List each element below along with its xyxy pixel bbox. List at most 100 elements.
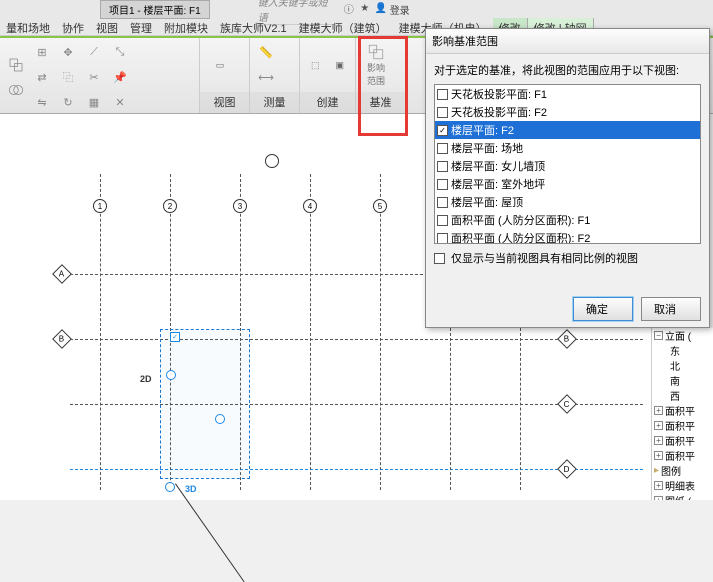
split-icon[interactable]: ✂	[82, 65, 106, 89]
tree-item[interactable]: 图纸 (	[665, 493, 691, 500]
tree-expand-icon[interactable]: +	[654, 436, 663, 445]
datum-extent-button[interactable]: 影响 范围	[360, 43, 392, 87]
document-tab[interactable]: 项目1 - 楼层平面: F1	[100, 0, 210, 19]
array-icon[interactable]: ▦	[82, 90, 106, 114]
grid-bubble[interactable]: 5	[373, 199, 387, 213]
view-label: 楼层平面: 女儿墙顶	[451, 158, 545, 174]
tab-mass-site[interactable]: 量和场地	[0, 18, 56, 35]
tree-expand-icon[interactable]: +	[654, 481, 663, 490]
dialog-list-item[interactable]: 楼层平面: 屋顶	[435, 193, 700, 211]
view-checkbox[interactable]	[437, 89, 448, 100]
create-group-icon[interactable]: ▣	[329, 43, 352, 87]
view-checkbox[interactable]	[437, 107, 448, 118]
mirror-icon[interactable]: ⇋	[30, 90, 54, 114]
grid-endpoint[interactable]	[165, 482, 175, 492]
copy-icon[interactable]: ⿻	[56, 65, 80, 89]
view-checkbox[interactable]	[437, 197, 448, 208]
grid-bubble[interactable]: 4	[303, 199, 317, 213]
tree-expand-icon[interactable]: +	[654, 451, 663, 460]
grid-bubble-row[interactable]: B	[557, 329, 577, 349]
tree-expand-icon[interactable]: +	[654, 496, 663, 500]
cut-geometry-icon[interactable]	[4, 53, 28, 77]
dialog-list-item[interactable]: 面积平面 (人防分区面积): F1	[435, 211, 700, 229]
measure-icon[interactable]: 📏	[254, 41, 278, 65]
datum-extent-dialog: 影响基准范围 对于选定的基准，将此视图的范围应用于以下视图: 天花板投影平面: …	[425, 28, 710, 328]
view-checkbox[interactable]	[437, 215, 448, 226]
tab-addins[interactable]: 附加模块	[158, 18, 214, 35]
dimension-icon[interactable]: ⟷	[254, 66, 278, 90]
dialog-list-item[interactable]: 楼层平面: 场地	[435, 139, 700, 157]
group-view-label: 视图	[200, 92, 249, 113]
dim-3d-label[interactable]: 3D	[185, 484, 197, 494]
ok-button[interactable]: 确定	[573, 297, 633, 321]
view-label: 楼层平面: 室外地坪	[451, 176, 545, 192]
tab-view[interactable]: 视图	[90, 18, 124, 35]
grid-bubble[interactable]: 1	[93, 199, 107, 213]
info-icon[interactable]: ⓘ	[342, 2, 356, 16]
join-geometry-icon[interactable]	[4, 78, 28, 102]
star-icon[interactable]: ★	[358, 2, 372, 16]
tree-item[interactable]: 西	[670, 388, 680, 403]
delete-icon[interactable]: ✕	[108, 90, 132, 114]
only-same-scale-checkbox[interactable]	[434, 253, 445, 264]
cancel-button[interactable]: 取消	[641, 297, 701, 321]
scale-icon[interactable]: ⤡	[108, 40, 132, 64]
tree-item[interactable]: 北	[670, 358, 680, 373]
project-browser[interactable]: −立面 ( 东 北 南 西 +面积平 +面积平 +面积平 +面积平 ▸图例 +明…	[651, 328, 713, 500]
grid-bubble[interactable]: 2	[163, 199, 177, 213]
dialog-list-item[interactable]: ✓楼层平面: F2	[435, 121, 700, 139]
grid-endpoint[interactable]	[166, 370, 176, 380]
offset-icon[interactable]: ⇄	[30, 65, 54, 89]
dialog-title: 影响基准范围	[426, 29, 709, 54]
tree-item[interactable]: 明细表	[665, 478, 695, 493]
grid-bubble[interactable]: 3	[233, 199, 247, 213]
user-icon[interactable]: 👤	[374, 2, 388, 16]
view-checkbox[interactable]	[437, 143, 448, 154]
tab-manage[interactable]: 管理	[124, 18, 158, 35]
move-icon[interactable]: ✥	[56, 40, 80, 64]
tree-expand-icon[interactable]: +	[654, 406, 663, 415]
pin-icon[interactable]: 📌	[108, 65, 132, 89]
view-checkbox[interactable]	[437, 179, 448, 190]
tree-item[interactable]: 面积平	[665, 433, 695, 448]
tree-item[interactable]: 面积平	[665, 448, 695, 463]
view-checkbox[interactable]	[437, 233, 448, 244]
grid-check-toggle[interactable]: ✓	[170, 332, 180, 342]
dialog-list-item[interactable]: 楼层平面: 室外地坪	[435, 175, 700, 193]
rotate-icon[interactable]: ↻	[56, 90, 80, 114]
dialog-list-item[interactable]: 天花板投影平面: F2	[435, 103, 700, 121]
login-label[interactable]: 登录	[390, 2, 410, 17]
tree-item[interactable]: 南	[670, 373, 680, 388]
dim-2d-label[interactable]: 2D	[140, 374, 152, 384]
group-measure-label: 测量	[250, 92, 299, 113]
grid-bubble-row[interactable]: C	[557, 394, 577, 414]
tab-model-arch[interactable]: 建模大师（建筑）	[293, 18, 393, 35]
tab-family-master[interactable]: 族库大师V2.1	[214, 18, 293, 35]
view-icon[interactable]: ▭	[204, 43, 236, 87]
tab-collaborate[interactable]: 协作	[56, 18, 90, 35]
grid-bubble-row[interactable]: D	[557, 459, 577, 479]
grid-bubble-row[interactable]: A	[52, 264, 72, 284]
tree-elev-header[interactable]: 立面 (	[665, 328, 691, 343]
dialog-list-item[interactable]: 天花板投影平面: F1	[435, 85, 700, 103]
view-label: 楼层平面: F2	[451, 122, 514, 138]
grid-endpoint[interactable]	[215, 414, 225, 424]
view-checkbox[interactable]: ✓	[437, 125, 448, 136]
datum-btn-line1: 影响	[367, 61, 385, 74]
tree-item[interactable]: 面积平	[665, 403, 695, 418]
grid-bubble-detached[interactable]	[265, 154, 279, 168]
tree-item[interactable]: 东	[670, 343, 680, 358]
tree-collapse-icon[interactable]: −	[654, 331, 663, 340]
tree-item[interactable]: 面积平	[665, 418, 695, 433]
dialog-list-item[interactable]: 楼层平面: 女儿墙顶	[435, 157, 700, 175]
tree-expand-icon[interactable]: +	[654, 421, 663, 430]
view-checkbox[interactable]	[437, 161, 448, 172]
dialog-view-list[interactable]: 天花板投影平面: F1天花板投影平面: F2✓楼层平面: F2楼层平面: 场地楼…	[434, 84, 701, 244]
align-icon[interactable]: ⊞	[30, 40, 54, 64]
trim-icon[interactable]: ⟋	[82, 40, 106, 64]
dialog-list-item[interactable]: 面积平面 (人防分区面积): F2	[435, 229, 700, 244]
tree-item[interactable]: 图例	[661, 463, 681, 478]
drag-line	[175, 483, 245, 582]
create-similar-icon[interactable]: ⬚	[304, 43, 327, 87]
grid-bubble-row[interactable]: B	[52, 329, 72, 349]
